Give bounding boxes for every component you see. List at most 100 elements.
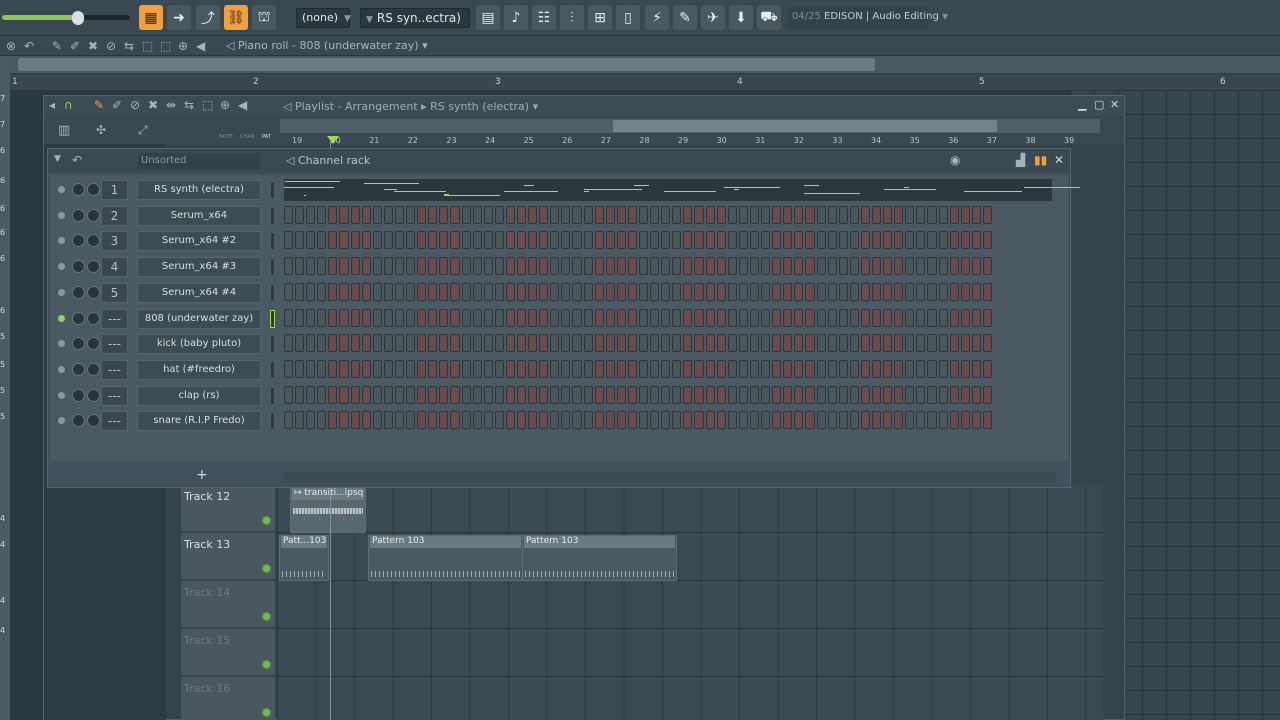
group-filter-select[interactable]: Unsorted	[138, 153, 260, 170]
step-button[interactable]	[949, 359, 959, 378]
step-button[interactable]	[683, 205, 693, 224]
volume-knob[interactable]	[87, 388, 100, 402]
step-button[interactable]	[727, 334, 737, 353]
step-button[interactable]	[805, 411, 815, 430]
track-header-14[interactable]: Track 14	[181, 581, 275, 628]
step-button[interactable]	[616, 411, 626, 430]
step-button[interactable]	[827, 385, 837, 404]
step-button[interactable]	[594, 411, 604, 430]
step-button[interactable]	[683, 334, 693, 353]
step-button[interactable]	[539, 385, 549, 404]
step-button[interactable]	[871, 385, 882, 404]
step-button[interactable]	[949, 257, 959, 276]
step-button[interactable]	[439, 282, 449, 301]
step-button[interactable]	[639, 308, 649, 327]
mixer-track-number[interactable]: 4	[101, 257, 128, 278]
step-button[interactable]	[871, 205, 882, 224]
step-button[interactable]	[372, 231, 382, 250]
step-button[interactable]	[982, 282, 992, 301]
step-button[interactable]	[672, 231, 682, 250]
mixer-track-number[interactable]: ---	[101, 359, 128, 380]
step-button[interactable]	[661, 231, 671, 250]
step-button[interactable]	[705, 359, 715, 378]
step-button[interactable]	[883, 257, 893, 276]
step-button[interactable]	[672, 308, 682, 327]
step-button[interactable]	[461, 308, 471, 327]
step-button[interactable]	[650, 334, 660, 353]
step-button[interactable]	[639, 282, 649, 301]
step-button[interactable]	[805, 308, 815, 327]
step-button[interactable]	[361, 385, 371, 404]
magnet-icon[interactable]: ∩	[64, 98, 73, 112]
step-button[interactable]	[361, 205, 371, 224]
step-button[interactable]	[971, 359, 981, 378]
step-button[interactable]	[383, 205, 393, 224]
step-button[interactable]	[894, 411, 904, 430]
step-button[interactable]	[394, 308, 405, 327]
step-button[interactable]	[594, 282, 604, 301]
step-button[interactable]	[860, 282, 870, 301]
browser-window-icon[interactable]: ⊞	[588, 5, 612, 30]
step-button[interactable]	[627, 308, 637, 327]
step-button[interactable]	[916, 334, 926, 353]
swing-knob-icon[interactable]: ◉	[950, 153, 960, 167]
step-button[interactable]	[461, 359, 471, 378]
step-button[interactable]	[295, 205, 305, 224]
step-button[interactable]	[439, 411, 449, 430]
channel-rack-titlebar[interactable]: ▼ ↶ Unsorted ◁ Channel rack ◉ ▟ ▮▮ ✕	[48, 149, 1070, 173]
step-button[interactable]	[561, 205, 571, 224]
step-button[interactable]	[705, 334, 715, 353]
step-button[interactable]	[472, 257, 482, 276]
step-button[interactable]	[761, 231, 771, 250]
playhead-marker[interactable]	[327, 136, 339, 144]
step-button[interactable]	[528, 231, 538, 250]
step-button[interactable]	[406, 411, 416, 430]
step-button[interactable]	[627, 231, 637, 250]
mixer-track-number[interactable]: ---	[101, 385, 128, 406]
step-button[interactable]	[738, 334, 748, 353]
step-button[interactable]	[605, 334, 615, 353]
step-button[interactable]	[783, 282, 793, 301]
step-button[interactable]	[616, 282, 626, 301]
step-button[interactable]	[705, 308, 715, 327]
step-button[interactable]	[483, 308, 493, 327]
step-button[interactable]	[949, 334, 959, 353]
step-button[interactable]	[727, 308, 737, 327]
channel-mute-led[interactable]	[58, 211, 65, 219]
step-button[interactable]	[539, 205, 549, 224]
step-button[interactable]	[749, 257, 760, 276]
step-button[interactable]	[295, 359, 305, 378]
step-button[interactable]	[406, 205, 416, 224]
step-button[interactable]	[383, 334, 393, 353]
step-button[interactable]	[439, 308, 449, 327]
step-button[interactable]	[716, 334, 726, 353]
step-button[interactable]	[516, 308, 527, 327]
step-button[interactable]	[938, 231, 948, 250]
step-button[interactable]	[516, 359, 527, 378]
volume-knob[interactable]	[87, 285, 100, 299]
step-button[interactable]	[772, 257, 782, 276]
stamp-icon[interactable]: ⛫	[252, 5, 276, 30]
step-button[interactable]	[472, 334, 482, 353]
step-button[interactable]	[528, 359, 538, 378]
step-button[interactable]	[905, 411, 915, 430]
step-button[interactable]	[661, 282, 671, 301]
step-button[interactable]	[794, 334, 804, 353]
step-button[interactable]	[650, 205, 660, 224]
step-button[interactable]	[938, 385, 948, 404]
step-button[interactable]	[772, 385, 782, 404]
step-button[interactable]	[794, 308, 804, 327]
step-button[interactable]	[871, 359, 882, 378]
step-button[interactable]	[971, 231, 981, 250]
step-button[interactable]	[528, 308, 538, 327]
step-button[interactable]	[394, 257, 405, 276]
step-button[interactable]	[494, 385, 504, 404]
step-button[interactable]	[339, 282, 349, 301]
step-button[interactable]	[639, 257, 649, 276]
step-button[interactable]	[539, 411, 549, 430]
step-button[interactable]	[550, 359, 560, 378]
step-button[interactable]	[716, 359, 726, 378]
slice-tool-icon[interactable]: ⇆	[124, 39, 134, 53]
step-button[interactable]	[539, 231, 549, 250]
step-button[interactable]	[672, 334, 682, 353]
